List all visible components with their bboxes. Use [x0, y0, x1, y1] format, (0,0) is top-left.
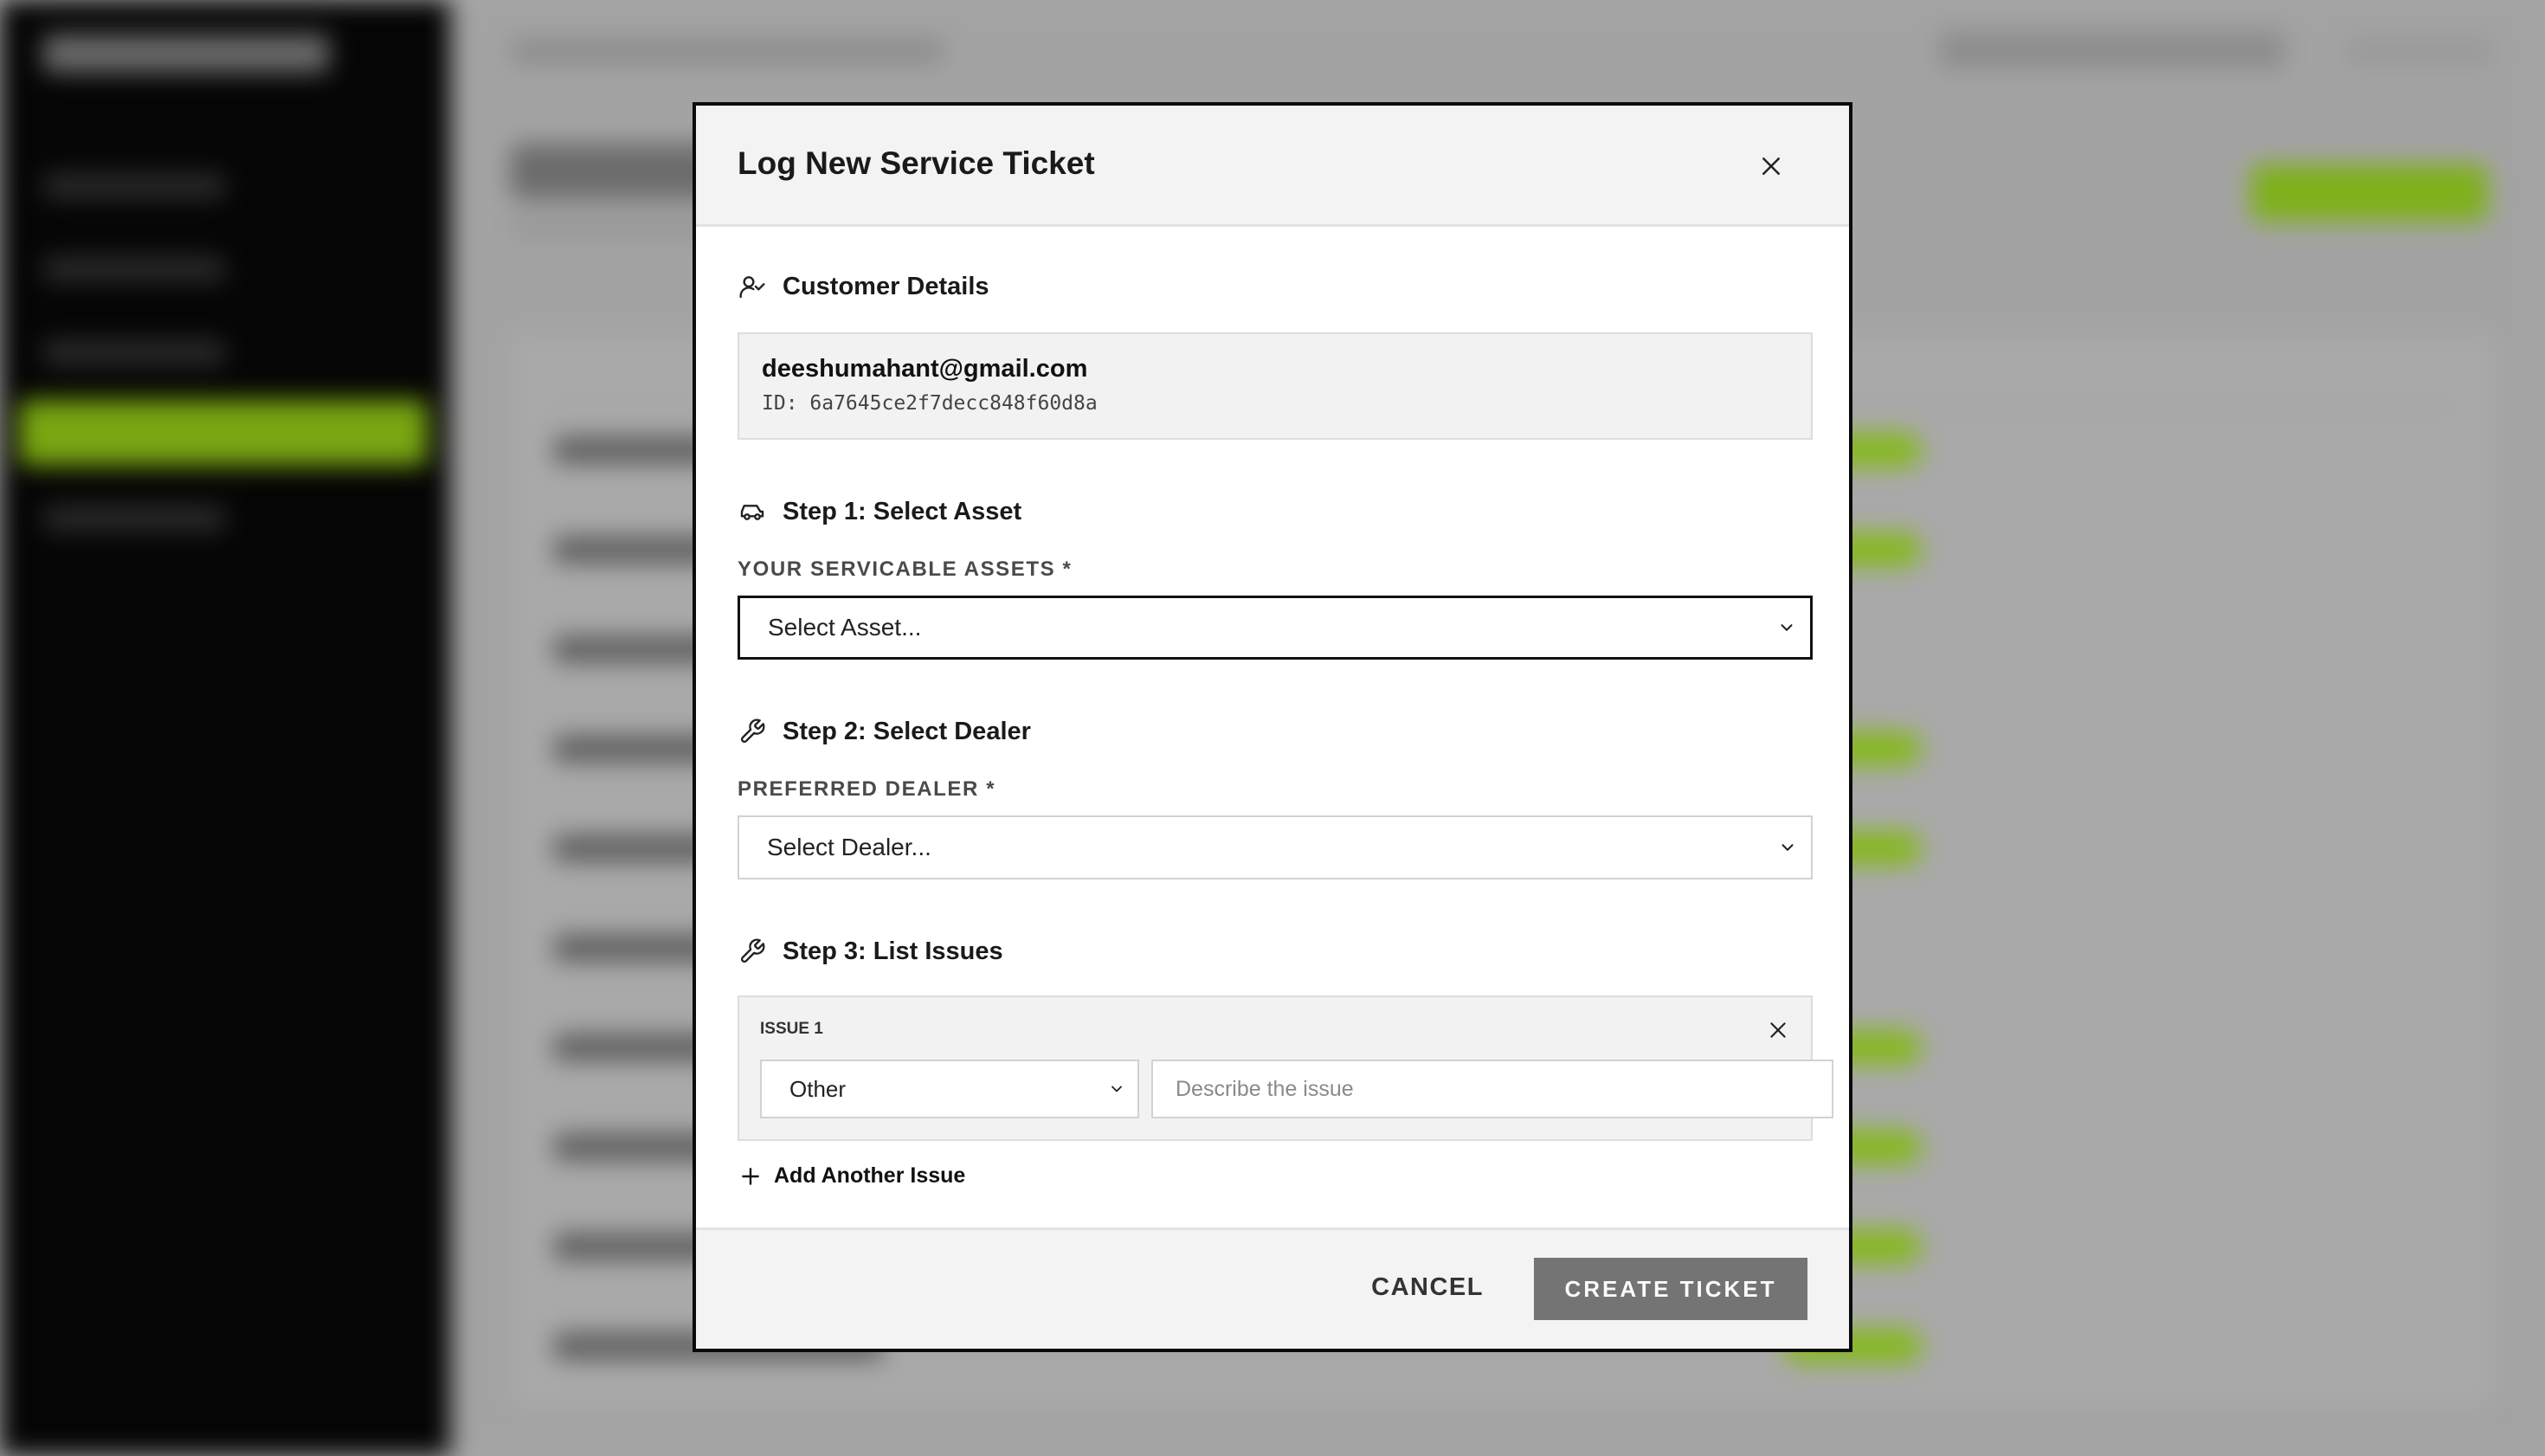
log-ticket-modal: Log New Service Ticket Customer Details …: [693, 102, 1852, 1352]
customer-info-card: deeshumahant@gmail.com ID: 6a7645ce2f7de…: [738, 332, 1813, 440]
wrench-icon: [738, 717, 767, 746]
car-icon: [738, 497, 767, 526]
user-check-icon: [738, 272, 767, 301]
bg-sidebar: [0, 0, 450, 1456]
chevron-down-icon: [1782, 844, 1794, 851]
bg-nav-item: [43, 173, 225, 199]
step3-title: Step 3: List Issues: [783, 937, 1003, 965]
bg-nav-item: [43, 506, 225, 532]
issue-card: ISSUE 1 Other: [738, 995, 1833, 1141]
wrench-icon: [738, 937, 767, 966]
step2-title: Step 2: Select Dealer: [783, 717, 1031, 745]
asset-field-label: YOUR SERVICABLE ASSETS *: [738, 557, 1073, 581]
bg-nav-item: [43, 256, 225, 282]
cancel-button[interactable]: CANCEL: [1371, 1273, 1484, 1302]
dealer-select-value: Select Dealer...: [767, 834, 931, 860]
add-issue-button[interactable]: Add Another Issue: [739, 1163, 965, 1189]
close-button[interactable]: [1754, 149, 1788, 184]
issue-description-input[interactable]: [1151, 1060, 1833, 1118]
close-icon: [1770, 1022, 1786, 1038]
chevron-down-icon: [1111, 1086, 1122, 1092]
modal-header: Log New Service Ticket: [696, 106, 1849, 227]
bg-topbar-user: [1939, 31, 2285, 69]
plus-icon: [742, 1167, 759, 1185]
create-ticket-button[interactable]: CREATE TICKET: [1534, 1258, 1807, 1320]
customer-email: deeshumahant@gmail.com: [762, 355, 1088, 383]
bg-topbar-text: [511, 38, 944, 64]
add-issue-label: Add Another Issue: [774, 1163, 966, 1188]
modal-footer: CANCEL CREATE TICKET: [696, 1227, 1849, 1349]
bg-topbar-button: [2346, 38, 2493, 64]
customer-details-title: Customer Details: [783, 272, 989, 300]
step2-heading: Step 2: Select Dealer: [738, 717, 1031, 746]
remove-issue-button[interactable]: [1764, 1016, 1792, 1044]
customer-details-heading: Customer Details: [738, 272, 989, 301]
asset-select[interactable]: Select Asset...: [738, 596, 1813, 660]
bg-logo: [43, 35, 329, 73]
bg-cta-button: [2251, 164, 2488, 222]
step3-heading: Step 3: List Issues: [738, 937, 1003, 966]
bg-nav-item-active: [19, 400, 428, 466]
dealer-field-label: PREFERRED DEALER *: [738, 777, 996, 801]
issue-type-select[interactable]: Other: [760, 1060, 1139, 1118]
step1-heading: Step 1: Select Asset: [738, 497, 1021, 526]
bg-nav-item: [43, 339, 225, 365]
issue-type-value: Other: [789, 1075, 847, 1102]
customer-id: ID: 6a7645ce2f7decc848f60d8a: [762, 392, 1098, 415]
modal-title: Log New Service Ticket: [738, 145, 1095, 181]
asset-select-value: Select Asset...: [768, 614, 922, 641]
issue-label: ISSUE 1: [760, 1020, 823, 1038]
chevron-down-icon: [1781, 624, 1793, 631]
step1-title: Step 1: Select Asset: [783, 497, 1022, 525]
dealer-select[interactable]: Select Dealer...: [738, 815, 1813, 879]
close-icon: [1762, 158, 1780, 175]
